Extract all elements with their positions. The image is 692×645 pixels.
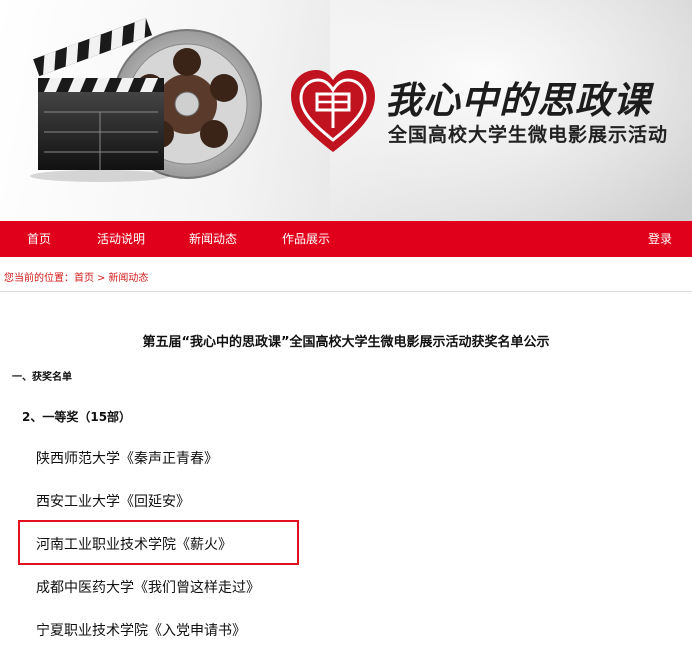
breadcrumb-prefix: 您当前的位置：	[4, 273, 74, 284]
section-heading: 一、获奖名单	[12, 372, 72, 383]
banner-title: 我心中的思政课	[385, 78, 651, 122]
list-item: 陕西师范大学《秦声正青春》	[36, 451, 218, 467]
nav-item-home[interactable]: 首页	[27, 221, 51, 257]
nav-item-news[interactable]: 新闻动态	[189, 221, 237, 257]
film-clapperboard-icon	[30, 18, 262, 182]
list-item-highlighted: 河南工业职业技术学院《薪火》	[36, 537, 232, 553]
breadcrumb-home-link[interactable]: 首页	[74, 273, 94, 284]
prize-heading: 2、一等奖（15部）	[22, 410, 132, 424]
breadcrumb: 您当前的位置：首页 > 新闻动态	[4, 269, 148, 284]
header-banner: 我心中的思政课 全国高校大学生微电影展示活动	[0, 0, 692, 221]
list-item: 成都中医药大学《我们曾这样走过》	[36, 580, 260, 596]
divider	[0, 291, 692, 292]
banner-subtitle: 全国高校大学生微电影展示活动	[388, 124, 669, 146]
article-title: 第五届“我心中的思政课”全国高校大学生微电影展示活动获奖名单公示	[142, 335, 550, 350]
login-link[interactable]: 登录	[648, 221, 672, 257]
main-nav: 首页 活动说明 新闻动态 作品展示 登录	[0, 221, 692, 257]
breadcrumb-separator: >	[97, 273, 106, 284]
heart-logo-icon	[291, 70, 375, 152]
nav-item-activity-info[interactable]: 活动说明	[97, 221, 145, 257]
nav-item-works[interactable]: 作品展示	[282, 221, 330, 257]
list-item: 宁夏职业技术学院《入党申请书》	[36, 623, 246, 639]
breadcrumb-current[interactable]: 新闻动态	[108, 273, 148, 284]
list-item: 西安工业大学《回延安》	[36, 494, 190, 510]
